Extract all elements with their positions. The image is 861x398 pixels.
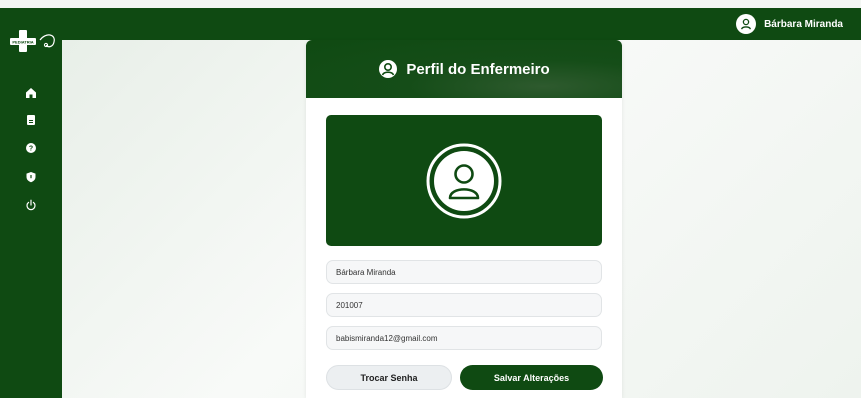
sidebar-item-security[interactable]: [24, 170, 38, 184]
svg-text:?: ?: [29, 146, 33, 153]
home-icon: [26, 88, 36, 98]
user-name: Bárbara Miranda: [764, 18, 843, 30]
power-icon: [26, 199, 36, 211]
user-circle-icon: [426, 143, 502, 218]
top-bar: Bárbara Miranda: [0, 8, 861, 40]
profile-photo[interactable]: [326, 115, 602, 246]
id-field[interactable]: [326, 293, 602, 317]
sidebar-item-records[interactable]: [24, 113, 38, 127]
svg-text:PEDIATRIA: PEDIATRIA: [12, 40, 33, 45]
clipboard-icon: [27, 115, 35, 125]
profile-header: Perfil do Enfermeiro: [306, 40, 622, 98]
sidebar-item-help[interactable]: ?: [24, 141, 38, 155]
change-password-button[interactable]: Trocar Senha: [326, 365, 452, 390]
user-circle-icon: [379, 60, 398, 78]
shield-icon: [26, 172, 36, 183]
sidebar-item-home[interactable]: [24, 86, 38, 100]
user-circle-icon: [736, 14, 757, 34]
save-button[interactable]: Salvar Alterações: [460, 365, 603, 390]
sidebar: PEDIATRIA ?: [0, 8, 62, 398]
sidebar-item-logout[interactable]: [24, 198, 38, 212]
help-circle-icon: ?: [26, 143, 36, 153]
page-title: Perfil do Enfermeiro: [406, 60, 550, 78]
profile-card: Perfil do Enfermeiro Trocar Senha Salvar…: [306, 40, 622, 398]
app-logo[interactable]: PEDIATRIA: [6, 28, 60, 54]
user-menu[interactable]: Bárbara Miranda: [736, 14, 843, 34]
name-field[interactable]: [326, 260, 602, 284]
email-field[interactable]: [326, 326, 602, 350]
